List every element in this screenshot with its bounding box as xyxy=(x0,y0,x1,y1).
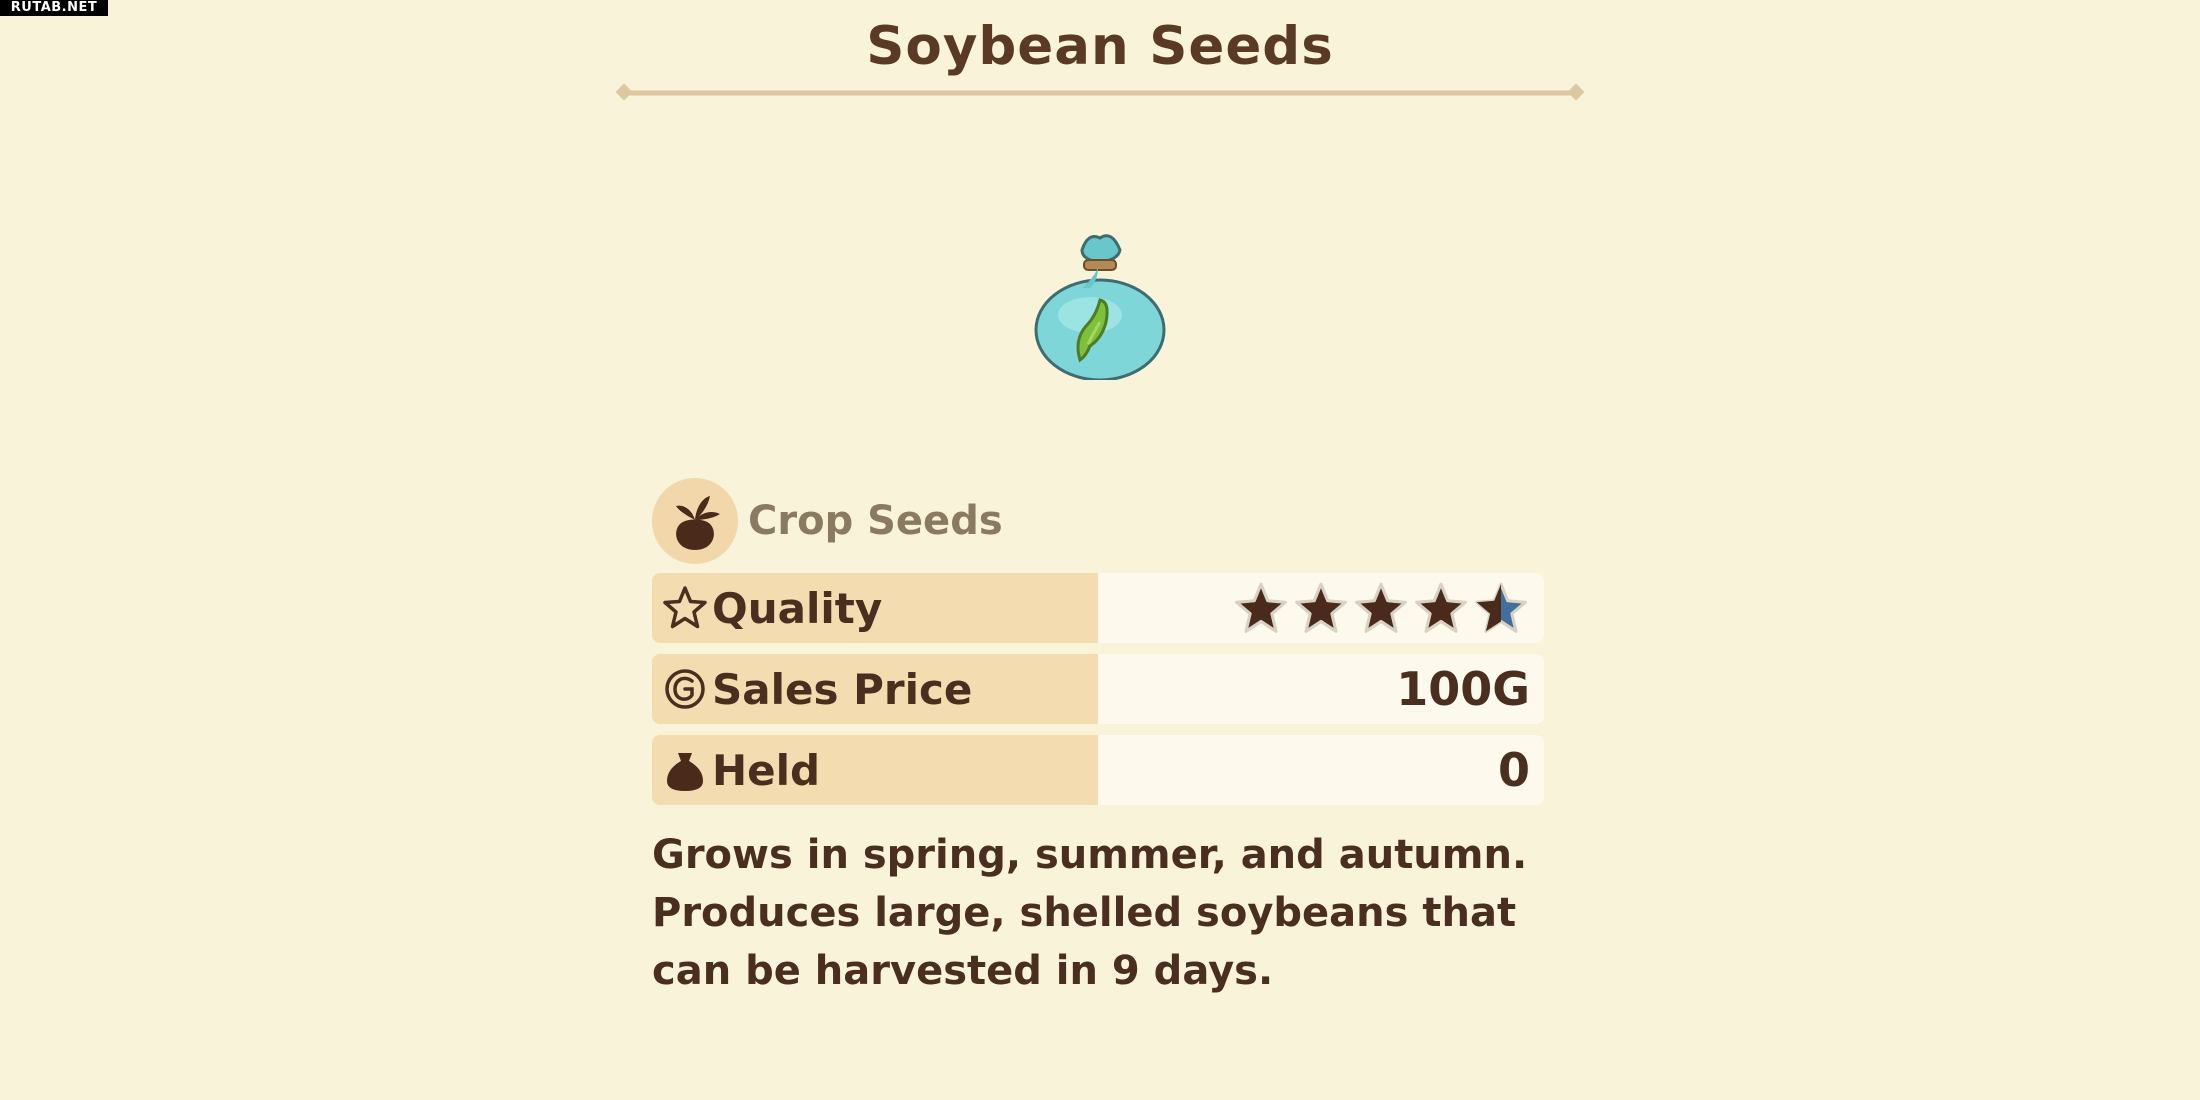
seed-bag-icon xyxy=(1034,234,1166,380)
title-divider xyxy=(615,83,1585,101)
held-label: Held xyxy=(712,745,821,795)
sales-price-row: Sales Price 100G xyxy=(652,654,1544,724)
item-description: Grows in spring, summer, and autumn. Pro… xyxy=(652,832,1528,994)
star-outline-icon xyxy=(660,583,710,633)
turnip-icon xyxy=(652,478,738,564)
category-row: Crop Seeds xyxy=(652,478,1003,564)
quality-label: Quality xyxy=(712,583,883,633)
item-title: Soybean Seeds xyxy=(866,16,1334,77)
category-label: Crop Seeds xyxy=(748,498,1003,544)
star-half-icon xyxy=(1475,582,1527,633)
star-filled-icon xyxy=(1235,582,1287,633)
quality-label-cell: Quality xyxy=(652,573,1098,643)
quality-stars xyxy=(1232,580,1530,636)
star-filled-icon xyxy=(1355,582,1407,633)
held-label-cell: Held xyxy=(652,735,1098,805)
quality-value-cell xyxy=(1098,573,1544,643)
sales-price-value: 100G xyxy=(1098,654,1544,724)
pouch-icon xyxy=(660,745,710,795)
star-filled-icon xyxy=(1415,582,1467,633)
sales-price-label-cell: Sales Price xyxy=(652,654,1098,724)
star-filled-icon xyxy=(1295,582,1347,633)
held-value: 0 xyxy=(1098,735,1544,805)
watermark: RUTAB.NET xyxy=(0,0,108,16)
quality-row: Quality xyxy=(652,573,1544,643)
sales-price-label: Sales Price xyxy=(712,664,973,714)
held-row: Held 0 xyxy=(652,735,1544,805)
gold-coin-icon xyxy=(660,664,710,714)
